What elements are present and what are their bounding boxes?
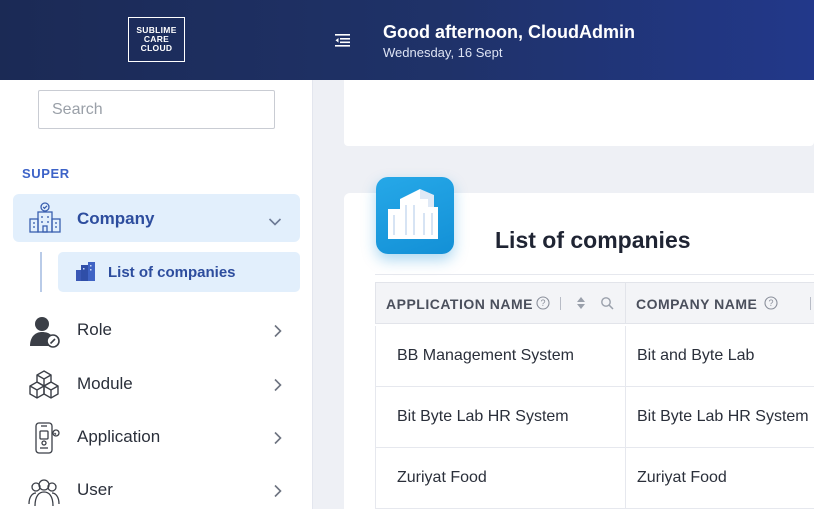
page-title: List of companies <box>495 227 691 253</box>
companies-building-icon <box>376 177 454 254</box>
column-header-application-name[interactable]: APPLICATION NAME <box>386 283 533 323</box>
sidebar-item-label: Module <box>77 374 133 393</box>
sidebar: SUPER Company <box>0 80 313 509</box>
chevron-right-icon <box>273 378 283 392</box>
cell-company-name: Bit and Byte Lab <box>637 347 755 364</box>
sort-icon[interactable] <box>576 296 586 310</box>
sidebar-item-user[interactable]: User <box>13 468 300 509</box>
svg-text:?: ? <box>768 298 773 308</box>
sidebar-item-application[interactable]: Application <box>13 415 300 459</box>
svg-text:?: ? <box>540 298 545 308</box>
module-icon <box>27 368 61 402</box>
application-icon <box>27 421 61 455</box>
title-divider <box>375 274 814 275</box>
chevron-right-icon <box>273 431 283 445</box>
header-separator <box>810 297 811 310</box>
top-header: SUBLIME CARE CLOUD Good afternoon, Cloud… <box>0 0 814 80</box>
column-divider <box>625 326 626 386</box>
submenu-indicator-line <box>40 252 42 292</box>
top-card <box>344 80 814 146</box>
company-icon <box>27 202 63 234</box>
chevron-right-icon <box>273 324 283 338</box>
sidebar-subitem-list-of-companies[interactable]: List of companies <box>58 252 300 292</box>
sidebar-item-label: Application <box>77 427 161 446</box>
sidebar-item-module[interactable]: Module <box>13 362 300 406</box>
cell-company-name: Bit Byte Lab HR System <box>637 408 809 425</box>
column-header-company-name[interactable]: COMPANY NAME <box>636 283 757 323</box>
sidebar-item-company[interactable]: Company <box>13 194 300 242</box>
cell-application-name: Bit Byte Lab HR System <box>397 408 569 425</box>
cell-application-name: BB Management System <box>397 347 574 364</box>
help-icon[interactable]: ? <box>764 296 778 310</box>
role-icon <box>27 314 61 348</box>
table-header: APPLICATION NAME ? COMPANY NAME ? <box>375 282 814 324</box>
table-row[interactable]: Bit Byte Lab HR System Bit Byte Lab HR S… <box>375 387 814 448</box>
chevron-right-icon <box>273 484 283 498</box>
search-input[interactable] <box>38 90 275 129</box>
sidebar-item-role[interactable]: Role <box>13 308 300 352</box>
sidebar-item-label: Role <box>77 320 112 339</box>
help-icon[interactable]: ? <box>536 296 550 310</box>
sidebar-subitem-label: List of companies <box>108 264 236 281</box>
section-label-super: SUPER <box>22 166 70 181</box>
column-divider <box>625 387 626 447</box>
table-row[interactable]: Zuriyat Food Zuriyat Food <box>375 448 814 509</box>
sidebar-item-company-label: Company <box>77 209 155 228</box>
column-divider <box>625 283 626 323</box>
buildings-icon <box>75 261 97 281</box>
cell-company-name: Zuriyat Food <box>637 469 727 486</box>
menu-toggle-icon[interactable] <box>333 30 353 50</box>
sidebar-item-label: User <box>77 480 113 499</box>
table-row[interactable]: BB Management System Bit and Byte Lab <box>375 326 814 387</box>
brand-logo[interactable]: SUBLIME CARE CLOUD <box>128 17 185 62</box>
cell-application-name: Zuriyat Food <box>397 469 487 486</box>
search-icon[interactable] <box>600 296 614 310</box>
greeting-text: Good afternoon, CloudAdmin <box>383 22 635 42</box>
chevron-down-icon <box>268 214 282 226</box>
column-divider <box>625 448 626 508</box>
app-root: SUBLIME CARE CLOUD Good afternoon, Cloud… <box>0 0 814 509</box>
logo-line-3: CLOUD <box>140 43 173 53</box>
user-icon <box>27 474 61 508</box>
date-text: Wednesday, 16 Sept <box>383 45 503 60</box>
header-separator <box>560 297 561 310</box>
